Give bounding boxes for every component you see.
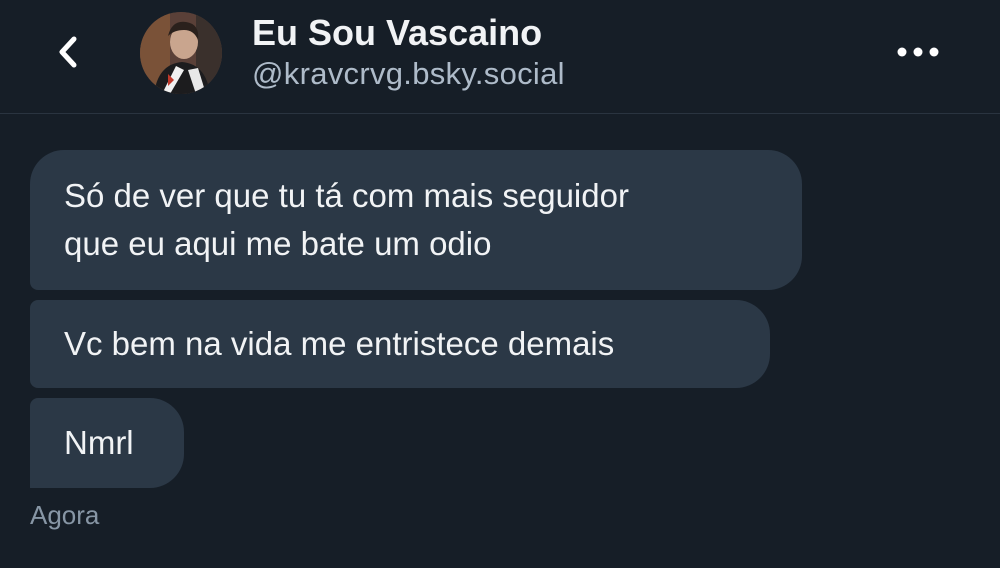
- more-horizontal-icon: [897, 47, 939, 57]
- message-timestamp: Agora: [30, 500, 100, 530]
- avatar-image: [140, 12, 222, 94]
- back-button[interactable]: [44, 28, 92, 76]
- chat-screen: Eu Sou Vascaino @kravcrvg.bsky.social Só…: [0, 0, 1000, 568]
- message-bubble[interactable]: Vc bem na vida me entristece demais: [30, 300, 770, 388]
- message-bubble[interactable]: Só de ver que tu tá com mais seguidor qu…: [30, 150, 802, 290]
- more-options-button[interactable]: [888, 30, 948, 74]
- message-text-line: que eu aqui me bate um odio: [64, 225, 492, 262]
- message-bubble[interactable]: Nmrl: [30, 398, 184, 488]
- avatar[interactable]: [140, 12, 222, 94]
- user-handle: @kravcrvg.bsky.social: [252, 56, 565, 91]
- message-text-line: Vc bem na vida me entristece demais: [64, 325, 615, 362]
- message-text-line: Só de ver que tu tá com mais seguidor: [64, 177, 629, 214]
- chevron-left-icon: [59, 36, 77, 68]
- conversation-header: Eu Sou Vascaino @kravcrvg.bsky.social: [0, 0, 1000, 114]
- display-name[interactable]: Eu Sou Vascaino: [252, 12, 542, 54]
- message-text-line: Nmrl: [64, 424, 134, 461]
